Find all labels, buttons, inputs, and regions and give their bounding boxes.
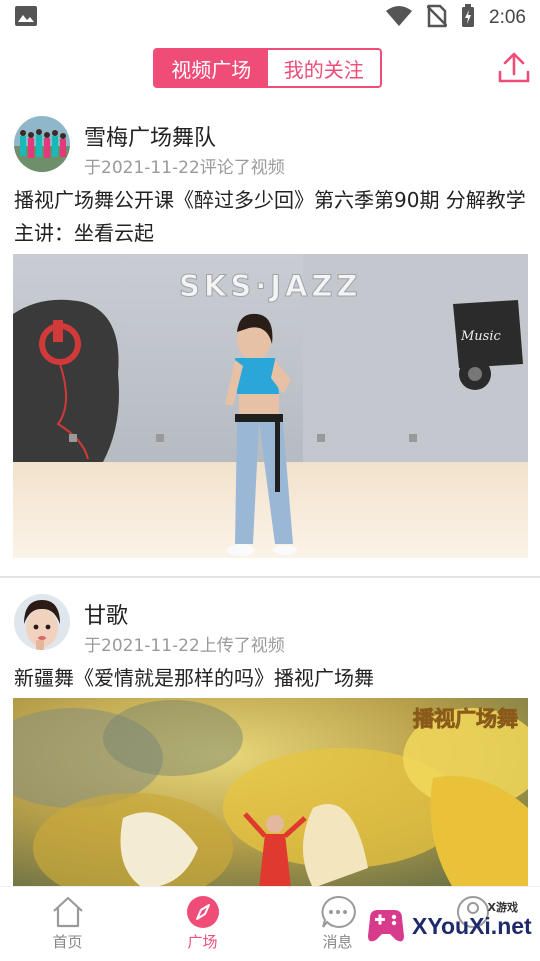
- no-sim-icon: [426, 4, 448, 32]
- username[interactable]: 甘歌: [84, 598, 128, 630]
- home-icon: [52, 896, 83, 928]
- gallery-icon: [14, 5, 38, 31]
- upload-button[interactable]: [496, 50, 532, 86]
- message-icon: [321, 895, 356, 928]
- nav-square[interactable]: 广场: [135, 887, 270, 961]
- username[interactable]: 雪梅广场舞队: [84, 120, 216, 152]
- gamepad-icon: [368, 910, 404, 942]
- header: 视频广场 我的关注: [0, 36, 540, 102]
- site-watermark: XYouXi.net X游戏: [364, 897, 534, 955]
- avatar[interactable]: [14, 594, 70, 650]
- wall-sign: SKS·JAZZ: [179, 269, 362, 303]
- tab-video-square[interactable]: 视频广场: [155, 50, 268, 86]
- wifi-icon: [385, 5, 413, 31]
- post-meta: 于2021-11-22评论了视频: [84, 158, 285, 178]
- divider: [0, 576, 540, 578]
- post-title[interactable]: 播视广场舞公开课《醉过多少回》第六季第90期 分解教学 主讲：坐看云起: [14, 184, 526, 250]
- compass-icon: [186, 896, 219, 928]
- status-bar: 2:06: [0, 0, 540, 36]
- avatar[interactable]: [14, 116, 70, 172]
- feed-switch: 视频广场 我的关注: [153, 48, 382, 88]
- upload-icon: [498, 52, 530, 83]
- nav-home[interactable]: 首页: [0, 887, 135, 961]
- battery-charging-icon: [461, 4, 475, 32]
- nav-square-label: 广场: [187, 933, 218, 951]
- tab-my-follows[interactable]: 我的关注: [268, 50, 381, 86]
- status-icons: 2:06: [385, 4, 526, 32]
- video-thumbnail[interactable]: SKS·JAZZ Music: [13, 254, 528, 558]
- site-watermark-tag: X游戏: [487, 901, 518, 914]
- video-thumbnail[interactable]: 播视广场舞: [13, 698, 528, 888]
- video-watermark: 播视广场舞: [413, 707, 518, 731]
- wall-poster-text: Music: [460, 329, 502, 344]
- post-title[interactable]: 新疆舞《爱情就是那样的吗》播视广场舞: [14, 662, 526, 695]
- status-time: 2:06: [489, 7, 526, 28]
- nav-messages-label: 消息: [322, 933, 353, 951]
- bottom-nav: 首页 广场 消息 XYouXi.net X游戏: [0, 886, 540, 961]
- post-meta: 于2021-11-22上传了视频: [84, 636, 285, 656]
- nav-home-label: 首页: [52, 933, 83, 951]
- site-watermark-text: XYouXi.net: [412, 912, 532, 939]
